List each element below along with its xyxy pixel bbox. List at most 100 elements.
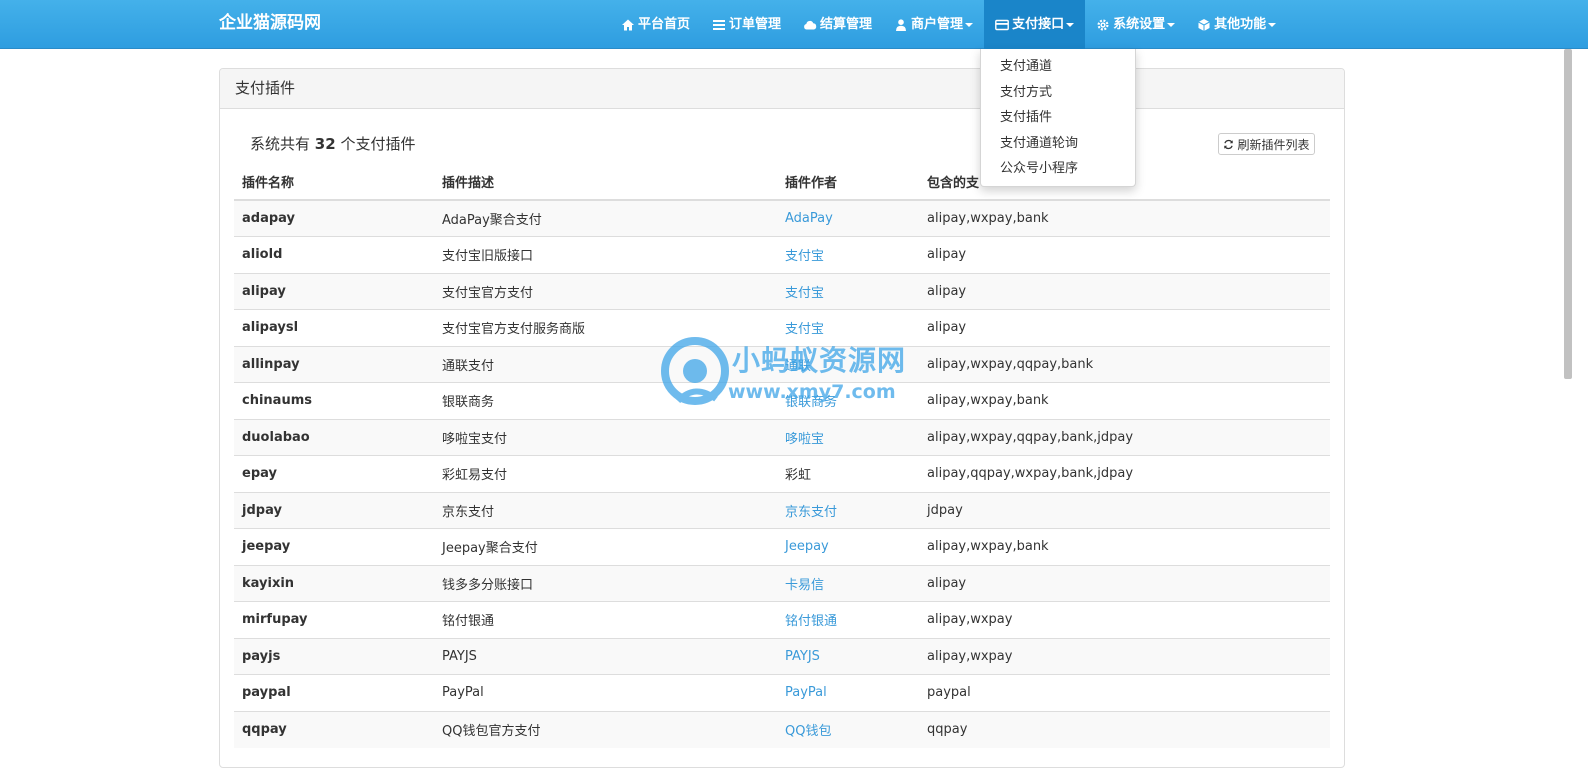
plugin-types-cell: alipay [919, 272, 1330, 310]
plugin-panel: 支付插件 系统共有 32 个支付插件 刷新插件列表 插件名称 插件描述 插件作者… [219, 68, 1345, 768]
cube-icon [1198, 18, 1210, 31]
nav-other-functions[interactable]: 其他功能 [1186, 0, 1287, 49]
dropdown-item-mini-program[interactable]: 公众号小程序 [981, 156, 1135, 182]
plugin-author-cell: 京东支付 [777, 491, 919, 529]
table-header-row: 插件名称 插件描述 插件作者 包含的支 [234, 164, 1330, 201]
plugin-author-text: 彩虹 [785, 468, 812, 484]
plugin-name-cell: duolabao [234, 418, 434, 456]
plugin-author-cell: 支付宝 [777, 236, 919, 273]
summary-suffix: 个支付插件 [340, 135, 416, 153]
plugin-author-cell: 通联 [777, 345, 919, 383]
table-row: alipaysl 支付宝官方支付服务商版 支付宝 alipay [234, 309, 1330, 346]
plugin-types-cell: alipay,wxpay,bank [919, 199, 1330, 237]
plugin-author-link[interactable]: 铭付银通 [785, 614, 837, 629]
plugin-name-cell: qqpay [234, 710, 434, 748]
chevron-down-icon [1268, 22, 1277, 27]
plugin-author-cell: PayPal [777, 674, 919, 711]
page-scrollbar[interactable] [1564, 49, 1572, 379]
nav-settlement[interactable]: 结算管理 [792, 0, 883, 49]
plugin-types-cell: alipay,wxpay,qqpay,bank [919, 345, 1330, 383]
plugin-desc-cell: AdaPay聚合支付 [434, 199, 777, 237]
plugin-table: 插件名称 插件描述 插件作者 包含的支 adapay AdaPay聚合支付 AdaP… [234, 164, 1330, 748]
nav-orders[interactable]: 订单管理 [701, 0, 792, 49]
plugin-types-cell: paypal [919, 674, 1330, 711]
plugin-name-cell: epay [234, 455, 434, 492]
nav-payment-interface[interactable]: 支付接口 [984, 0, 1086, 49]
plugin-author-cell: 银联商务 [777, 382, 919, 419]
credit-card-icon [995, 19, 1009, 30]
plugin-name-cell: kayixin [234, 564, 434, 602]
plugin-desc-cell: PAYJS [434, 637, 777, 675]
plugin-author-link[interactable]: 京东支付 [785, 505, 837, 520]
plugin-types-cell: alipay [919, 236, 1330, 273]
payment-interface-dropdown: 支付通道 支付方式 支付插件 支付通道轮询 公众号小程序 [980, 49, 1136, 187]
nav-settlement-label: 结算管理 [820, 17, 873, 32]
plugin-name-cell: adapay [234, 199, 434, 237]
dropdown-item-payment-plugin[interactable]: 支付插件 [981, 105, 1135, 131]
plugin-types-cell: alipay,wxpay [919, 601, 1330, 638]
plugin-author-link[interactable]: 通联 [785, 359, 811, 374]
plugin-author-link[interactable]: 卡易信 [785, 578, 824, 593]
plugin-author-cell: 支付宝 [777, 272, 919, 310]
header-plugin-desc: 插件描述 [434, 164, 777, 201]
plugin-author-link[interactable]: AdaPay [785, 211, 833, 226]
plugin-desc-cell: 哆啦宝支付 [434, 418, 777, 456]
dropdown-item-channel-polling[interactable]: 支付通道轮询 [981, 131, 1135, 157]
plugin-author-link[interactable]: QQ钱包 [785, 724, 831, 739]
nav-orders-label: 订单管理 [729, 17, 782, 32]
summary-prefix: 系统共有 [250, 135, 311, 153]
plugin-desc-cell: 京东支付 [434, 491, 777, 529]
plugin-types-cell: jdpay [919, 491, 1330, 529]
plugin-author-cell: 哆啦宝 [777, 418, 919, 456]
list-icon [713, 19, 726, 30]
main-nav: 平台首页 订单管理 结算管理 商户管理 支付接口 系统设置 其他功能 [610, 0, 1287, 49]
chevron-down-icon [965, 22, 974, 27]
plugin-name-cell: payjs [234, 637, 434, 675]
plugin-desc-cell: 通联支付 [434, 345, 777, 383]
panel-title: 支付插件 [220, 69, 1344, 109]
dropdown-item-payment-channel[interactable]: 支付通道 [981, 54, 1135, 80]
plugin-desc-cell: 铭付银通 [434, 601, 777, 638]
plugin-name-cell: jeepay [234, 528, 434, 565]
plugin-types-cell: alipay,wxpay,bank [919, 528, 1330, 565]
plugin-author-cell: 铭付银通 [777, 601, 919, 638]
plugin-rows: adapay AdaPay聚合支付 AdaPay alipay,wxpay,bank a… [234, 199, 1330, 748]
refresh-label: 刷新插件列表 [1237, 137, 1310, 152]
refresh-plugins-button[interactable]: 刷新插件列表 [1218, 133, 1315, 155]
brand-logo[interactable]: 企业猫源码网 [219, 0, 321, 49]
plugin-author-cell: PAYJS [777, 637, 919, 675]
table-row: epay 彩虹易支付 彩虹 alipay,qqpay,wxpay,bank,jdpay [234, 455, 1330, 492]
plugin-author-link[interactable]: Jeepay [785, 539, 829, 554]
plugin-name-cell: alipay [234, 272, 434, 310]
plugin-desc-cell: PayPal [434, 674, 777, 711]
plugin-author-link[interactable]: 支付宝 [785, 322, 824, 337]
plugin-author-link[interactable]: PayPal [785, 685, 827, 700]
nav-merchants[interactable]: 商户管理 [883, 0, 984, 49]
plugin-name-cell: chinaums [234, 382, 434, 419]
plugin-author-cell: 彩虹 [777, 455, 919, 492]
dropdown-item-payment-method[interactable]: 支付方式 [981, 80, 1135, 106]
plugin-summary: 系统共有 32 个支付插件 [250, 133, 415, 154]
table-row: jdpay 京东支付 京东支付 jdpay [234, 491, 1330, 529]
plugin-name-cell: allinpay [234, 345, 434, 383]
plugin-desc-cell: 支付宝官方支付 [434, 272, 777, 310]
plugin-author-cell: 支付宝 [777, 309, 919, 346]
plugin-desc-cell: QQ钱包官方支付 [434, 710, 777, 748]
plugin-types-cell: alipay,wxpay,qqpay,bank,jdpay [919, 418, 1330, 456]
plugin-author-link[interactable]: 支付宝 [785, 286, 824, 301]
table-row: chinaums 银联商务 银联商务 alipay,wxpay,bank [234, 382, 1330, 419]
plugin-author-link[interactable]: 支付宝 [785, 249, 824, 264]
table-row: allinpay 通联支付 通联 alipay,wxpay,qqpay,bank [234, 345, 1330, 383]
plugin-author-link[interactable]: 银联商务 [785, 395, 837, 410]
header-plugin-name: 插件名称 [234, 164, 434, 201]
plugin-types-cell: qqpay [919, 710, 1330, 748]
nav-home[interactable]: 平台首页 [610, 0, 701, 49]
chevron-down-icon [1167, 22, 1176, 27]
plugin-types-cell: alipay,wxpay,bank [919, 382, 1330, 419]
plugin-name-cell: aliold [234, 236, 434, 273]
plugin-author-link[interactable]: 哆啦宝 [785, 432, 824, 447]
header-plugin-author: 插件作者 [777, 164, 919, 201]
nav-system-settings[interactable]: 系统设置 [1085, 0, 1186, 49]
plugin-name-cell: alipaysl [234, 309, 434, 346]
plugin-author-link[interactable]: PAYJS [785, 649, 820, 664]
